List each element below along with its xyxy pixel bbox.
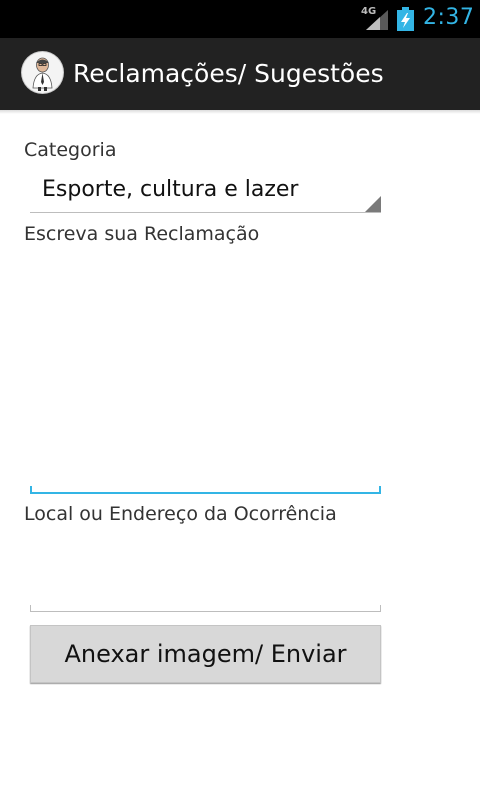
status-bar: 4G 2:37 xyxy=(0,0,480,38)
attach-send-button[interactable]: Anexar imagem/ Enviar xyxy=(30,625,381,683)
battery-charging-icon xyxy=(397,7,414,31)
action-bar-shadow xyxy=(0,110,480,114)
signal-icon xyxy=(366,10,388,30)
action-bar: Reclamações/ Sugestões xyxy=(0,38,480,110)
location-label: Local ou Endereço da Ocorrência xyxy=(24,503,337,525)
app-avatar-icon[interactable] xyxy=(22,52,63,93)
location-field[interactable] xyxy=(30,540,381,612)
page-title: Reclamações/ Sugestões xyxy=(73,59,384,88)
category-spinner[interactable]: Esporte, cultura e lazer xyxy=(30,168,381,213)
complaint-label: Escreva sua Reclamação xyxy=(24,223,260,245)
dropdown-arrow-icon xyxy=(365,196,381,212)
clock: 2:37 xyxy=(423,5,475,30)
category-label: Categoria xyxy=(24,139,117,161)
category-selected-value: Esporte, cultura e lazer xyxy=(42,177,299,202)
complaint-textarea[interactable] xyxy=(30,250,381,494)
